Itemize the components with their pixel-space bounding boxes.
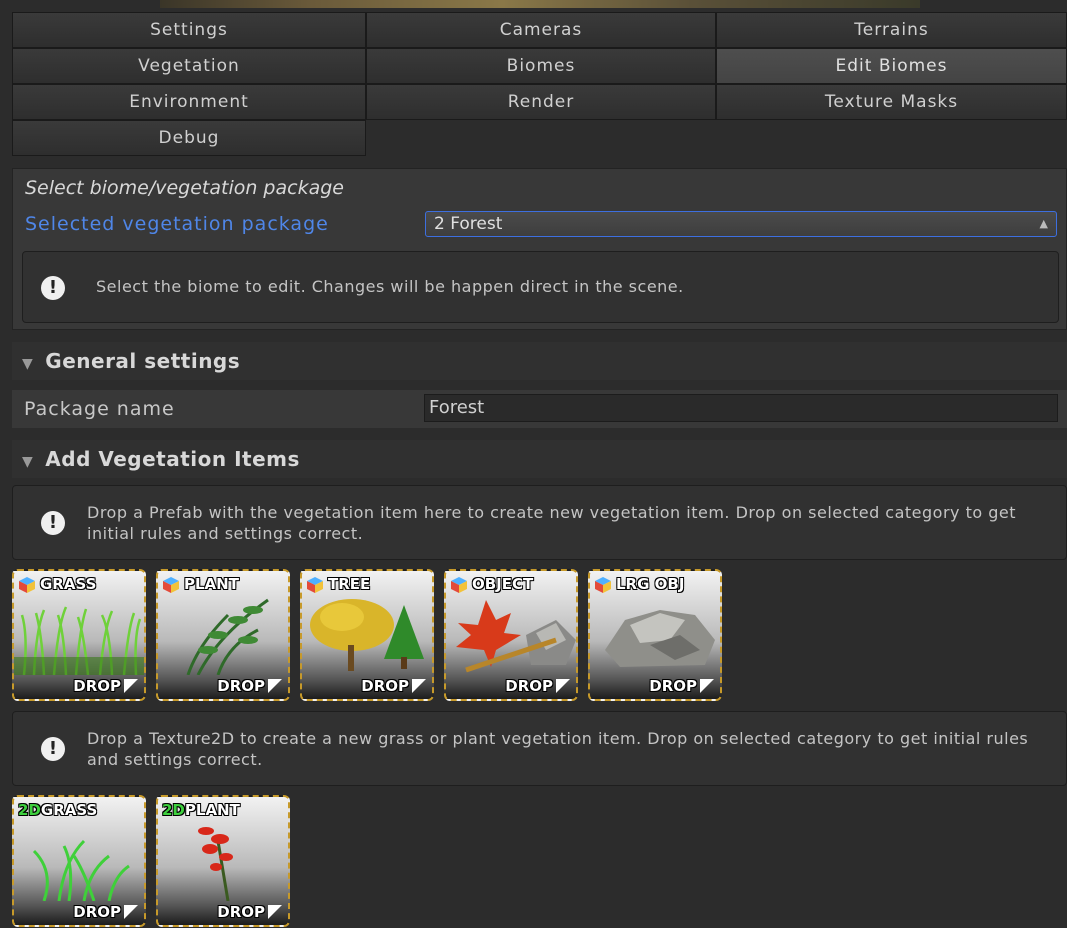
texture-2d-tag: 2D xyxy=(162,801,185,819)
info-icon: ! xyxy=(41,737,65,761)
header-banner-image xyxy=(160,0,920,8)
drop-label: DROP xyxy=(361,677,426,695)
tree-thumbnail xyxy=(310,599,424,671)
tab-edit-biomes[interactable]: Edit Biomes xyxy=(716,48,1067,84)
drop-tile-large-object[interactable]: LRG OBJ DROP xyxy=(588,569,722,701)
drop-label: DROP xyxy=(649,677,714,695)
package-dropdown-value: 2 Forest xyxy=(434,214,503,234)
tile-label: PLANT xyxy=(184,575,239,593)
package-name-label: Package name xyxy=(24,398,175,420)
tab-render[interactable]: Render xyxy=(366,84,716,120)
object-thumbnail xyxy=(456,600,576,673)
grass-texture-thumbnail xyxy=(32,839,130,901)
corner-icon xyxy=(412,679,426,693)
select-help-text: Select the biome to edit. Changes will b… xyxy=(96,277,684,296)
drop-label: DROP xyxy=(73,677,138,695)
cube-icon xyxy=(19,577,35,593)
texture-help-box: ! Drop a Texture2D to create a new grass… xyxy=(12,711,1067,786)
drop-tile-object[interactable]: OBJECT DROP xyxy=(444,569,578,701)
drop-label: DROP xyxy=(217,903,282,921)
corner-icon xyxy=(124,679,138,693)
tile-label: 2DGRASS xyxy=(18,801,98,819)
prefab-help-box: ! Drop a Prefab with the vegetation item… xyxy=(12,485,1067,560)
cube-icon xyxy=(451,577,467,593)
tab-debug[interactable]: Debug xyxy=(12,120,366,156)
grass-thumbnail xyxy=(14,606,144,675)
corner-icon xyxy=(700,679,714,693)
selected-package-label: Selected vegetation package xyxy=(25,213,329,235)
plant-thumbnail xyxy=(186,598,269,675)
tile-label: GRASS xyxy=(40,575,97,593)
corner-icon xyxy=(556,679,570,693)
select-help-box: ! Select the biome to edit. Changes will… xyxy=(22,251,1059,323)
tile-label: OBJECT xyxy=(472,575,534,593)
cube-icon xyxy=(595,577,611,593)
add-vegetation-header[interactable]: ▼ Add Vegetation Items xyxy=(12,440,1067,478)
tab-vegetation[interactable]: Vegetation xyxy=(12,48,366,84)
large-object-thumbnail xyxy=(605,610,715,667)
general-settings-header[interactable]: ▼ General settings xyxy=(12,342,1067,380)
general-settings-title: General settings xyxy=(45,349,241,373)
drop-label: DROP xyxy=(217,677,282,695)
tab-texture-masks[interactable]: Texture Masks xyxy=(716,84,1067,120)
tab-environment[interactable]: Environment xyxy=(12,84,366,120)
info-icon: ! xyxy=(41,511,65,535)
select-package-panel: Select biome/vegetation package Selected… xyxy=(12,168,1067,330)
tile-label: LRG OBJ xyxy=(616,575,685,593)
drop-label: DROP xyxy=(73,903,138,921)
package-dropdown[interactable]: 2 Forest ▲ xyxy=(425,211,1057,237)
package-name-field[interactable]: Forest xyxy=(424,394,1058,422)
corner-icon xyxy=(268,905,282,919)
add-vegetation-title: Add Vegetation Items xyxy=(45,447,300,471)
tab-cameras[interactable]: Cameras xyxy=(366,12,716,48)
cube-icon xyxy=(163,577,179,593)
corner-icon xyxy=(124,905,138,919)
drop-label: DROP xyxy=(505,677,570,695)
foldout-triangle-icon: ▼ xyxy=(22,454,34,470)
cube-icon xyxy=(307,577,323,593)
texture-help-text: Drop a Texture2D to create a new grass o… xyxy=(87,729,1029,769)
foldout-triangle-icon: ▼ xyxy=(22,356,34,372)
drop-tile-2d-plant[interactable]: 2DPLANT DROP xyxy=(156,795,290,927)
info-icon: ! xyxy=(41,276,65,300)
panel-title: Select biome/vegetation package xyxy=(25,177,344,199)
tab-settings[interactable]: Settings xyxy=(12,12,366,48)
tab-biomes[interactable]: Biomes xyxy=(366,48,716,84)
drop-tile-tree[interactable]: TREE DROP xyxy=(300,569,434,701)
prefab-help-text: Drop a Prefab with the vegetation item h… xyxy=(87,503,1017,543)
tile-label: TREE xyxy=(328,575,371,593)
texture-2d-tag: 2D xyxy=(18,801,41,819)
tab-bar: Settings Cameras Terrains Vegetation Bio… xyxy=(12,12,1067,156)
dropdown-arrows-icon: ▲ xyxy=(1039,217,1048,230)
corner-icon xyxy=(268,679,282,693)
tab-terrains[interactable]: Terrains xyxy=(716,12,1067,48)
drop-tile-plant[interactable]: PLANT DROP xyxy=(156,569,290,701)
plant-texture-thumbnail xyxy=(198,827,233,901)
drop-tile-grass[interactable]: GRASS DROP xyxy=(12,569,146,701)
package-name-row: Package name Forest xyxy=(12,390,1067,428)
tile-label: 2DPLANT xyxy=(162,801,240,819)
drop-tile-2d-grass[interactable]: 2DGRASS DROP xyxy=(12,795,146,927)
